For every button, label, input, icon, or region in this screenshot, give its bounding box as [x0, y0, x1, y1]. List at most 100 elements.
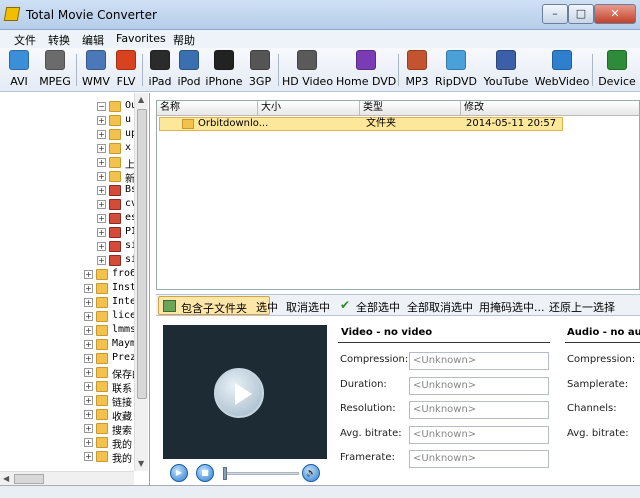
toolbar-label: iPhone	[205, 75, 243, 88]
column-header-name[interactable]: 名称	[157, 101, 258, 116]
tree-hscroll-thumb[interactable]	[14, 474, 44, 484]
expand-icon[interactable]: +	[84, 312, 93, 321]
tree-item-label: 我的	[112, 440, 132, 451]
toolbar-label: AVI	[10, 75, 28, 88]
toolbar-device-button[interactable]: Device	[597, 50, 637, 90]
menu-convert[interactable]: 转换	[48, 32, 70, 48]
expand-icon[interactable]: +	[84, 382, 93, 391]
select-by-mask-button[interactable]: 用掩码选中...	[479, 299, 545, 315]
restore-selection-button[interactable]: 还原上一选择	[549, 299, 615, 315]
toolbar-separator	[76, 54, 77, 86]
toolbar-home-dvd-button[interactable]: Home DVD	[336, 50, 396, 90]
expand-icon[interactable]: +	[97, 130, 106, 139]
column-header-modified[interactable]: 修改	[461, 101, 639, 116]
scroll-up-icon[interactable]: ▲	[138, 95, 144, 104]
expand-icon[interactable]: +	[97, 228, 106, 237]
tree-item-label: 搜索	[112, 426, 132, 437]
big-play-button[interactable]	[214, 368, 264, 418]
menu-file[interactable]: 文件	[14, 32, 36, 48]
play-button[interactable]: ▶	[170, 464, 188, 482]
scroll-down-icon[interactable]: ▼	[138, 459, 144, 468]
expand-icon[interactable]: +	[84, 452, 93, 461]
video-field-label: Duration:	[340, 378, 387, 390]
table-row[interactable]: Orbitdownlo... 文件夹 2014-05-11 20:57	[159, 117, 563, 131]
expand-icon[interactable]: +	[84, 396, 93, 405]
expand-icon[interactable]: +	[97, 256, 106, 265]
toolbar-flv-button[interactable]: FLV	[113, 50, 139, 90]
expand-icon[interactable]: +	[84, 284, 93, 293]
expand-icon[interactable]: +	[97, 214, 106, 223]
toolbar-wmv-button[interactable]: WMV	[79, 50, 113, 90]
toolbar-iphone-button[interactable]: iPhone	[205, 50, 243, 90]
expand-icon[interactable]: +	[84, 368, 93, 377]
menu-favorites[interactable]: Favorites	[116, 32, 166, 45]
expand-icon[interactable]: +	[84, 410, 93, 419]
toolbar-3gp-button[interactable]: 3GP	[246, 50, 274, 90]
expand-icon[interactable]: +	[97, 242, 106, 251]
folder-icon	[96, 311, 108, 322]
folder-tree: − Ou + u + up + x + 上 + 新 + Bs + cv + es + PI + si + si + fro6 + In…	[0, 93, 150, 485]
folder-icon	[96, 409, 108, 420]
expand-icon[interactable]: +	[97, 186, 106, 195]
scroll-left-icon[interactable]: ◀	[3, 474, 9, 483]
minimize-button[interactable]: –	[542, 4, 568, 24]
wmv-icon	[86, 50, 106, 70]
tree-item-label: 链接	[112, 398, 132, 409]
toolbar-separator	[592, 54, 593, 86]
expand-icon[interactable]: +	[97, 200, 106, 209]
maximize-button[interactable]: □	[568, 4, 594, 24]
stop-button[interactable]: ■	[196, 464, 214, 482]
select-button[interactable]: 选中	[256, 299, 278, 315]
expand-icon[interactable]: +	[84, 424, 93, 433]
expand-icon[interactable]: +	[97, 144, 106, 153]
toolbar-ipad-button[interactable]: iPad	[146, 50, 174, 90]
expand-icon[interactable]: +	[97, 172, 106, 181]
tree-item-label: 联系	[112, 384, 132, 395]
column-header-size[interactable]: 大小	[258, 101, 360, 116]
expand-icon[interactable]: +	[84, 326, 93, 335]
expand-icon[interactable]: +	[97, 158, 106, 167]
expand-icon[interactable]: +	[84, 270, 93, 279]
seek-thumb[interactable]	[223, 467, 227, 480]
column-header-type[interactable]: 类型	[360, 101, 461, 116]
include-subfolders-button[interactable]: 包含子文件夹	[158, 296, 270, 315]
toolbar-youtube-button[interactable]: YouTube	[481, 50, 531, 90]
tree-vertical-scrollbar[interactable]: ▲ ▼	[134, 93, 148, 471]
expand-icon[interactable]: +	[84, 340, 93, 349]
window-title: Total Movie Converter	[26, 8, 157, 22]
expand-icon[interactable]: −	[97, 102, 106, 111]
seek-slider[interactable]	[223, 472, 299, 475]
home-dvd-icon	[356, 50, 376, 70]
expand-icon[interactable]: +	[84, 298, 93, 307]
folder-icon	[96, 339, 108, 350]
video-field-label: Avg. bitrate:	[340, 427, 402, 439]
menu-edit[interactable]: 编辑	[82, 32, 104, 48]
folder-icon	[109, 101, 121, 112]
volume-button[interactable]: 🔊	[302, 464, 320, 482]
video-field-value: <Unknown>	[409, 352, 549, 370]
toolbar-mp3-button[interactable]: MP3	[402, 50, 432, 90]
unselect-button[interactable]: 取消选中	[286, 299, 330, 315]
toolbar-avi-button[interactable]: AVI	[1, 50, 37, 90]
expand-icon[interactable]: +	[97, 116, 106, 125]
menu-help[interactable]: 帮助	[173, 32, 195, 48]
unselect-all-button[interactable]: 全部取消选中	[407, 299, 473, 315]
toolbar-mpeg-button[interactable]: MPEG	[36, 50, 74, 90]
expand-icon[interactable]: +	[84, 354, 93, 363]
video-field-label: Compression:	[340, 354, 409, 365]
close-button[interactable]: ✕	[594, 4, 636, 24]
tree-item-label: lice	[112, 310, 137, 321]
expand-icon[interactable]: +	[84, 438, 93, 447]
toolbar-ripdvd-button[interactable]: RipDVD	[434, 50, 478, 90]
toolbar-label: WMV	[82, 75, 110, 88]
file-type: 文件夹	[366, 118, 396, 129]
toolbar-ipod-button[interactable]: iPod	[176, 50, 202, 90]
select-all-button[interactable]: 全部选中	[356, 299, 400, 315]
toolbar-hd-video-button[interactable]: HD Video	[282, 50, 333, 90]
file-list: 名称 大小 类型 修改 Orbitdownlo... 文件夹 2014-05-1…	[156, 100, 640, 290]
toolbar: AVI MPEG WMV FLV iPad iPod iPhone 3GP HD Video Ho…	[0, 48, 640, 92]
tree-horizontal-scrollbar[interactable]: ◀	[0, 471, 134, 485]
toolbar-webvideo-button[interactable]: WebVideo	[532, 50, 592, 90]
tree-scroll-thumb[interactable]	[137, 109, 147, 399]
folder-icon	[109, 185, 121, 196]
